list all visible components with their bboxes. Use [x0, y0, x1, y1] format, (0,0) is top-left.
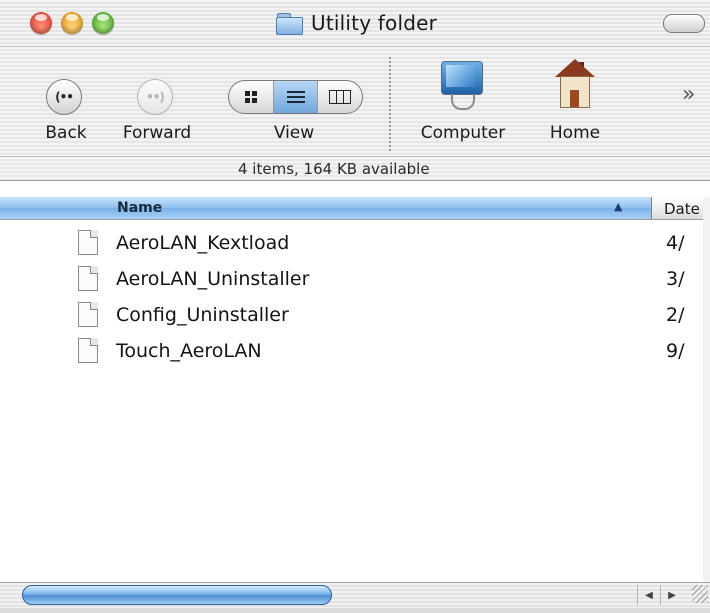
resize-grip-icon[interactable] [692, 585, 708, 603]
status-bar: 4 items, 164 KB available [0, 156, 710, 181]
toolbar-toggle-button[interactable] [663, 14, 705, 33]
file-row[interactable]: Config_Uninstaller 2/ [0, 298, 710, 334]
view-label: View [273, 123, 315, 143]
forward-button[interactable]: ••) [137, 79, 173, 115]
scrollbar-thumb[interactable] [22, 585, 332, 605]
forward-arrow-icon: ••) [146, 90, 165, 104]
forward-label[interactable]: Forward [123, 123, 191, 143]
name-column-label: Name [117, 200, 163, 216]
home-label[interactable]: Home [550, 123, 600, 143]
back-label[interactable]: Back [45, 123, 86, 143]
column-header-row: Name ▲ Date [0, 197, 710, 220]
status-text: 4 items, 164 KB available [238, 160, 430, 178]
file-row[interactable]: AeroLAN_Uninstaller 3/ [0, 262, 710, 298]
view-segmented-control[interactable] [228, 80, 363, 114]
icon-view-button[interactable] [229, 81, 273, 113]
file-row[interactable]: Touch_AeroLAN 9/ [0, 334, 710, 370]
toolbar: (•• Back ••) Forward View Computer Home … [0, 47, 710, 155]
scroll-left-button[interactable]: ◀ [637, 585, 660, 605]
file-name: Config_Uninstaller [116, 304, 289, 326]
sort-ascending-icon: ▲ [614, 200, 623, 213]
file-date: 4/ [666, 232, 685, 254]
name-column-header[interactable]: Name ▲ [0, 197, 652, 219]
computer-icon[interactable] [439, 61, 483, 111]
toolbar-overflow-button[interactable]: » [682, 82, 695, 107]
file-name: AeroLAN_Uninstaller [116, 268, 310, 290]
column-view-button[interactable] [317, 81, 362, 113]
icon-view-icon [244, 91, 257, 103]
list-view-icon [286, 91, 305, 103]
back-button[interactable]: (•• [46, 79, 82, 115]
folder-icon [275, 11, 303, 35]
list-view-button[interactable] [272, 81, 318, 113]
file-name: AeroLAN_Kextload [116, 232, 290, 254]
left-arrow-icon: ◀ [645, 589, 653, 601]
column-view-icon [329, 90, 352, 104]
file-name: Touch_AeroLAN [116, 340, 262, 362]
right-arrow-icon: ▶ [668, 589, 676, 601]
file-date: 9/ [666, 340, 685, 362]
file-list: AeroLAN_Kextload 4/ AeroLAN_Uninstaller … [0, 222, 710, 582]
scroll-arrows: ◀ ▶ [637, 585, 689, 605]
back-arrow-icon: (•• [55, 90, 74, 104]
window-bottom-edge [0, 608, 710, 613]
horizontal-scrollbar[interactable]: ◀ ▶ [0, 582, 710, 608]
toolbar-separator [389, 57, 391, 151]
finder-window: Utility folder (•• Back ••) Forward View [0, 0, 710, 613]
file-date: 2/ [666, 304, 685, 326]
vertical-scrollbar-edge[interactable] [703, 197, 710, 582]
title-bar[interactable]: Utility folder [0, 0, 710, 47]
computer-label[interactable]: Computer [421, 123, 506, 143]
home-icon[interactable] [555, 59, 595, 111]
zoom-button[interactable] [92, 12, 114, 34]
close-button[interactable] [30, 12, 52, 34]
date-column-header[interactable]: Date [664, 200, 700, 218]
minimize-button[interactable] [61, 12, 83, 34]
file-row[interactable]: AeroLAN_Kextload 4/ [0, 226, 710, 262]
scroll-right-button[interactable]: ▶ [660, 585, 683, 605]
window-title: Utility folder [311, 11, 438, 35]
window-title-group: Utility folder [275, 9, 437, 37]
file-date: 3/ [666, 268, 685, 290]
